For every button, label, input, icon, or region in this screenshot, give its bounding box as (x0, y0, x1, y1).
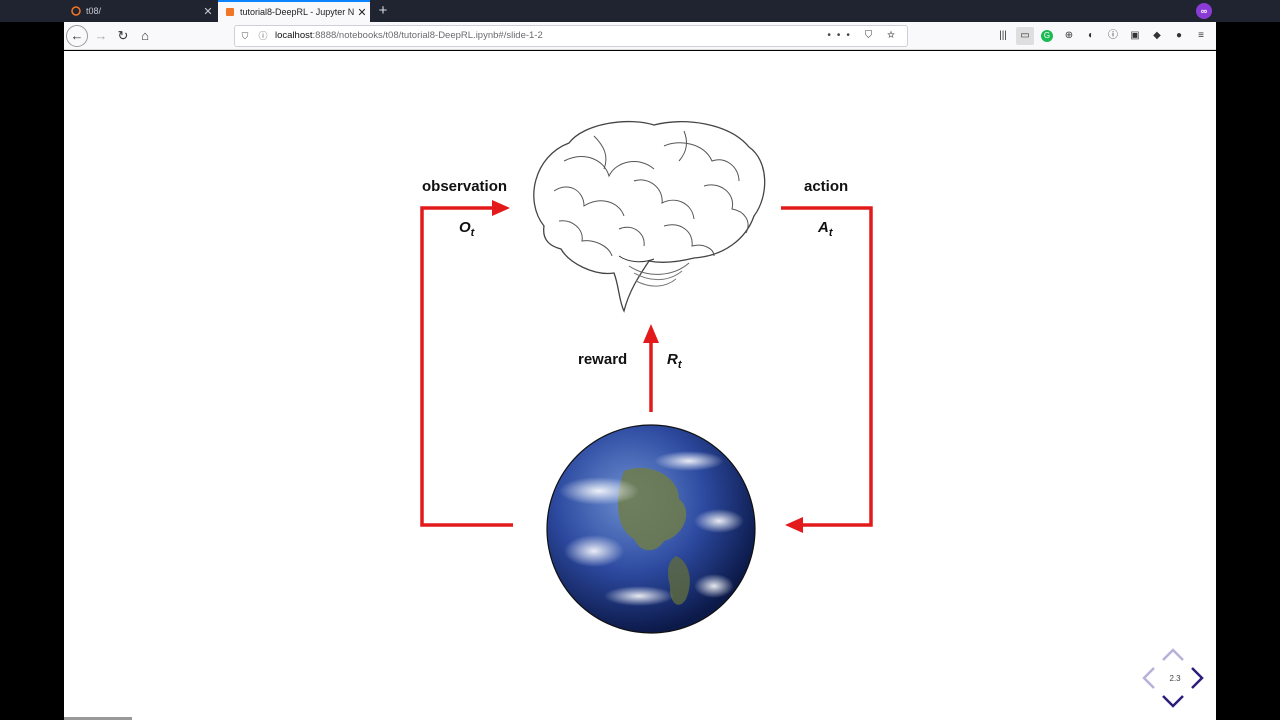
url-actions: ••• ⛉ ☆ (827, 30, 901, 41)
earth-illustration (546, 424, 756, 634)
menu-icon[interactable]: ≡ (1192, 27, 1210, 45)
more-icon[interactable]: ••• (827, 30, 856, 41)
tab-strip: t08/ ✕ tutorial8-DeepRL - Jupyter Notebo… (0, 0, 1280, 22)
account-icon[interactable]: ● (1170, 27, 1188, 45)
extension-icon[interactable]: ◆ (1148, 27, 1166, 45)
info-icon[interactable]: ⓘ (257, 30, 269, 42)
reward-variable: Rt (667, 351, 682, 371)
grammarly-icon[interactable]: G (1041, 30, 1053, 42)
tab-title: t08/ (86, 6, 102, 16)
back-button[interactable]: ← (66, 25, 88, 47)
star-icon[interactable]: ☆ (887, 30, 901, 41)
slide: observation Ot action At reward Rt 2.3 (64, 51, 1216, 720)
reward-subscript: t (677, 359, 682, 371)
reward-label: reward (578, 351, 628, 368)
home-button[interactable]: ⌂ (134, 25, 156, 47)
action-symbol: A (818, 219, 829, 236)
observation-symbol: O (459, 219, 471, 236)
shield-icon[interactable]: ⛉ (239, 30, 251, 42)
page-content: observation Ot action At reward Rt 2.3 (64, 51, 1216, 720)
brain-illustration (533, 120, 766, 313)
extension-icon[interactable]: ▣ (1126, 27, 1144, 45)
observation-variable: Ot (459, 219, 474, 239)
navigate-down-icon[interactable] (1162, 695, 1184, 708)
navigate-right-icon[interactable] (1191, 667, 1204, 689)
observation-subscript: t (470, 227, 475, 239)
navigate-left-icon[interactable] (1142, 667, 1155, 689)
jupyter-icon (71, 6, 81, 16)
tab-notebook[interactable]: tutorial8-DeepRL - Jupyter Notebook ✕ (218, 0, 370, 22)
extension-icon[interactable]: ⊕ (1060, 27, 1078, 45)
extension-icon[interactable]: ◐ (1082, 27, 1100, 45)
url-bar[interactable]: ⛉ ⓘ localhost:8888/notebooks/t08/tutoria… (234, 25, 908, 47)
library-icon[interactable]: ||| (994, 27, 1012, 45)
toolbar-icons: ||| ▭ G ⊕ ◐ ⓘ ▣ ◆ ● ≡ (994, 25, 1210, 47)
action-label: action (804, 178, 849, 195)
action-loop (781, 206, 873, 527)
tab-t08[interactable]: t08/ ✕ (64, 0, 216, 22)
extension-icon[interactable]: ⓘ (1104, 27, 1122, 45)
reload-button[interactable]: ↻ (112, 25, 134, 47)
pocket-icon[interactable]: ⛉ (865, 30, 879, 41)
sidebar-icon[interactable]: ▭ (1016, 27, 1034, 45)
url-host: localhost (275, 30, 313, 41)
observation-arrowhead (492, 200, 510, 216)
action-subscript: t (828, 227, 833, 239)
navigate-up-icon[interactable] (1162, 648, 1184, 661)
diagram (420, 120, 873, 634)
forward-button[interactable]: → (90, 25, 112, 47)
observation-loop (420, 206, 513, 527)
action-arrowhead (785, 517, 803, 533)
url-path: :8888/notebooks/t08/tutorial8-DeepRL.ipy… (312, 30, 543, 41)
navigation-toolbar: ← → ↻ ⌂ ⛉ ⓘ localhost:8888/notebooks/t08… (64, 22, 1216, 50)
notebook-icon (226, 8, 234, 16)
reward-symbol: R (667, 351, 678, 368)
slide-number: 2.3 (1169, 674, 1181, 683)
private-mask-icon[interactable]: ∞ (1196, 3, 1212, 19)
close-icon[interactable]: ✕ (354, 6, 370, 19)
url-text[interactable]: localhost:8888/notebooks/t08/tutorial8-D… (275, 30, 543, 41)
close-icon[interactable]: ✕ (200, 5, 216, 18)
new-tab-button[interactable]: + (374, 0, 392, 22)
tab-title: tutorial8-DeepRL - Jupyter Notebook (240, 7, 354, 17)
action-variable: At (818, 219, 833, 239)
reward-arrowhead (643, 324, 659, 343)
observation-label: observation (422, 178, 508, 195)
slide-navigation: 2.3 (1140, 643, 1210, 713)
